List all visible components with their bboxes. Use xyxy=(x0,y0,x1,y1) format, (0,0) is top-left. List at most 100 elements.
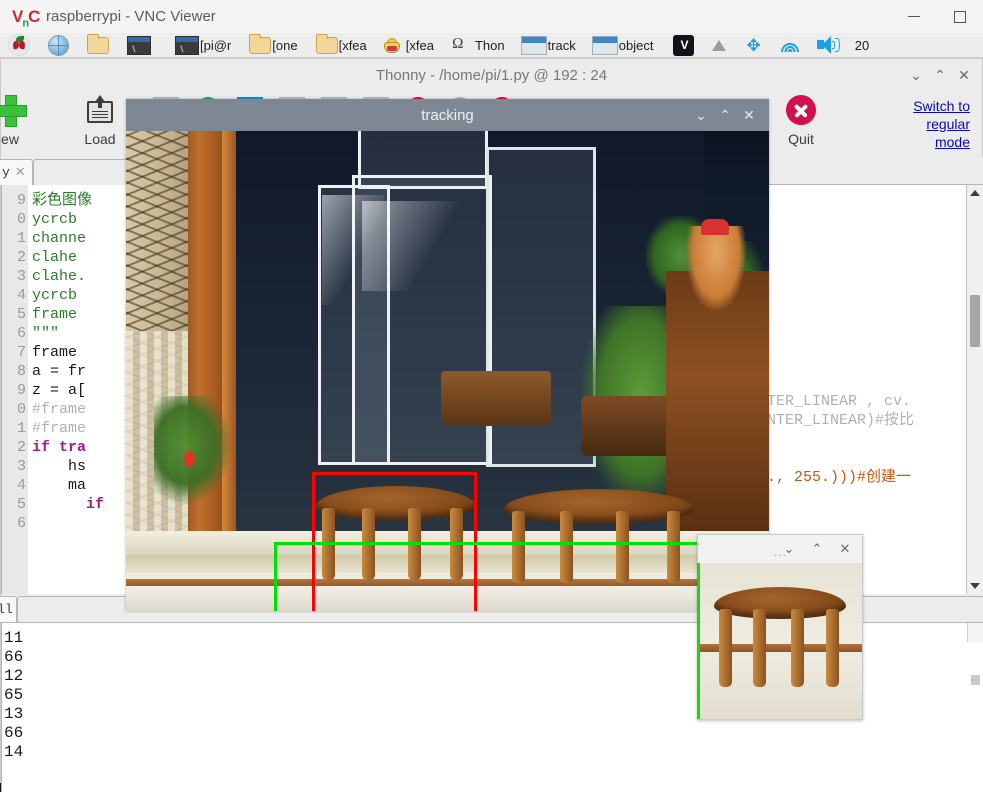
thonny-maximize-button[interactable]: ⌃ xyxy=(928,59,952,91)
gutter-line-number: 0 xyxy=(16,211,26,228)
preview-close-button[interactable]: ✕ xyxy=(832,535,858,563)
teddy-bear-hat xyxy=(701,219,729,235)
gutter-line-number: 4 xyxy=(16,477,26,494)
raspbian-taskbar[interactable]: \ \ [pi@r [one [xfea [xfea Ω Thon track xyxy=(0,33,983,58)
switch-to-regular-mode-link[interactable]: Switch to regular mode xyxy=(898,97,970,151)
shell-scrollbar-thumb[interactable] xyxy=(971,675,980,685)
editor-tab-label: y xyxy=(2,165,10,180)
tracking-window[interactable]: tracking ⌄ ⌃ ✕ xyxy=(126,99,769,611)
gutter-line-number: 9 xyxy=(16,192,26,209)
preview-maximize-button[interactable]: ⌃ xyxy=(804,535,830,563)
tracking-minimize-button[interactable]: ⌄ xyxy=(689,99,713,131)
editor-vertical-scrollbar[interactable] xyxy=(966,185,983,594)
code-line: z = a[ xyxy=(32,382,87,399)
preview-titlebar[interactable]: ... ⌄ ⌃ ✕ xyxy=(698,535,862,563)
code-line: """ xyxy=(32,325,60,342)
taskbar-item-filemanager[interactable] xyxy=(85,33,111,57)
glass-reflection-2 xyxy=(362,201,477,291)
toolbar-new-button[interactable]: ew xyxy=(0,95,41,147)
raspberry-menu-icon xyxy=(8,34,30,56)
shell-tab[interactable]: ll xyxy=(0,596,17,622)
taskbar-item-folder-xfea[interactable]: [xfea xyxy=(314,33,369,57)
taskbar-item-menu[interactable] xyxy=(6,33,32,57)
new-file-icon xyxy=(0,95,27,127)
code-line: #frame xyxy=(32,420,87,437)
wifi-icon xyxy=(779,37,801,54)
tray-bluetooth-button[interactable]: ✥ xyxy=(744,33,762,57)
editor-code-right-overflow: .INTER_LINEAR , cv. 2.INTER_LINEAR)#按比 256… xyxy=(740,185,965,594)
load-file-icon xyxy=(85,95,115,125)
code-line: 彩色图像 xyxy=(32,192,93,209)
close-icon[interactable]: ✕ xyxy=(15,165,26,180)
stool-leg xyxy=(362,508,376,580)
thonny-close-button[interactable]: ✕ xyxy=(952,59,976,91)
editor-tab-1py[interactable]: y ✕ xyxy=(0,159,33,185)
plant-left xyxy=(154,396,232,506)
vnc-maximize-button[interactable] xyxy=(937,0,983,33)
code-line: hs xyxy=(32,458,87,475)
tray-clock: 20 xyxy=(849,33,871,57)
tracking-video-frame xyxy=(126,131,769,611)
tracking-window-controls: ⌄ ⌃ ✕ xyxy=(689,99,761,131)
browser-globe-icon xyxy=(48,34,69,56)
scroll-up-arrow[interactable] xyxy=(970,190,980,196)
taskbar-label-tracking: track xyxy=(547,37,576,53)
flower-pot xyxy=(581,396,676,456)
scroll-down-arrow[interactable] xyxy=(970,583,980,589)
code-line: frame xyxy=(32,344,78,361)
taskbar-item-teapot-xfea[interactable]: [xfea xyxy=(379,33,436,57)
stool-leg xyxy=(791,609,805,687)
preview-window[interactable]: ... ⌄ ⌃ ✕ xyxy=(697,534,863,720)
tracking-maximize-button[interactable]: ⌃ xyxy=(713,99,737,131)
code-line: channe xyxy=(32,230,87,247)
taskbar-item-tracking[interactable]: track xyxy=(519,33,578,57)
shell-vertical-scrollbar[interactable] xyxy=(967,623,983,685)
stool-right xyxy=(504,489,694,607)
tray-eject-button[interactable] xyxy=(710,33,728,57)
preview-video-frame xyxy=(698,563,862,719)
preview-stool xyxy=(714,587,846,695)
vnc-titlebar: VnC raspberrypi - VNC Viewer xyxy=(0,0,983,33)
toolbar-load-button[interactable]: Load xyxy=(69,95,131,147)
taskbar-item-browser[interactable] xyxy=(46,33,71,57)
shell-output-line: 66 xyxy=(4,724,24,742)
taskbar-item-terminal-window[interactable]: \ [pi@r xyxy=(173,33,233,57)
planter-box xyxy=(441,371,551,426)
tray-vnc-button[interactable]: V xyxy=(671,33,696,57)
taskbar-item-object[interactable]: object xyxy=(590,33,656,57)
taskbar-label-terminal-window: [pi@r xyxy=(200,37,232,53)
taskbar-label-object: object xyxy=(618,37,654,53)
volume-icon xyxy=(816,36,841,54)
toolbar-quit-button[interactable]: Quit xyxy=(770,95,832,147)
gutter-line-number: 5 xyxy=(16,306,26,323)
stool-legs xyxy=(322,508,469,580)
code-line: clahe xyxy=(32,249,78,266)
vnc-minimize-button[interactable] xyxy=(891,0,937,33)
stool-leg xyxy=(826,609,840,687)
thonny-minimize-button[interactable]: ⌄ xyxy=(904,59,928,91)
code-line: if tra xyxy=(32,439,87,456)
tracking-titlebar[interactable]: tracking ⌄ ⌃ ✕ xyxy=(126,99,769,131)
code-line: frame xyxy=(32,306,78,323)
stool-leg xyxy=(719,609,733,687)
gutter-line-number: 9 xyxy=(16,382,26,399)
teapot-icon xyxy=(381,36,405,55)
tray-wifi-button[interactable] xyxy=(777,33,803,57)
shell-tab-label: ll xyxy=(0,602,13,617)
scrollbar-thumb[interactable] xyxy=(970,295,980,347)
code-line: #frame xyxy=(32,401,87,418)
tracking-close-button[interactable]: ✕ xyxy=(737,99,761,131)
gutter-line-number: 1 xyxy=(16,420,26,437)
taskbar-item-folder-one[interactable]: [one xyxy=(247,33,299,57)
stool-leg xyxy=(666,511,680,583)
toolbar-load-label: Load xyxy=(84,131,116,147)
eject-triangle-icon xyxy=(712,39,727,51)
taskbar-item-terminal[interactable]: \ xyxy=(125,33,153,57)
stool-leg xyxy=(559,511,573,583)
tray-volume-button[interactable] xyxy=(815,33,843,57)
stool-leg xyxy=(450,508,464,580)
taskbar-label-thonny: Thon xyxy=(474,37,505,53)
taskbar-item-thonny[interactable]: Ω Thon xyxy=(450,33,507,57)
clock-label: 20 xyxy=(854,37,870,53)
bluetooth-icon: ✥ xyxy=(746,35,761,55)
